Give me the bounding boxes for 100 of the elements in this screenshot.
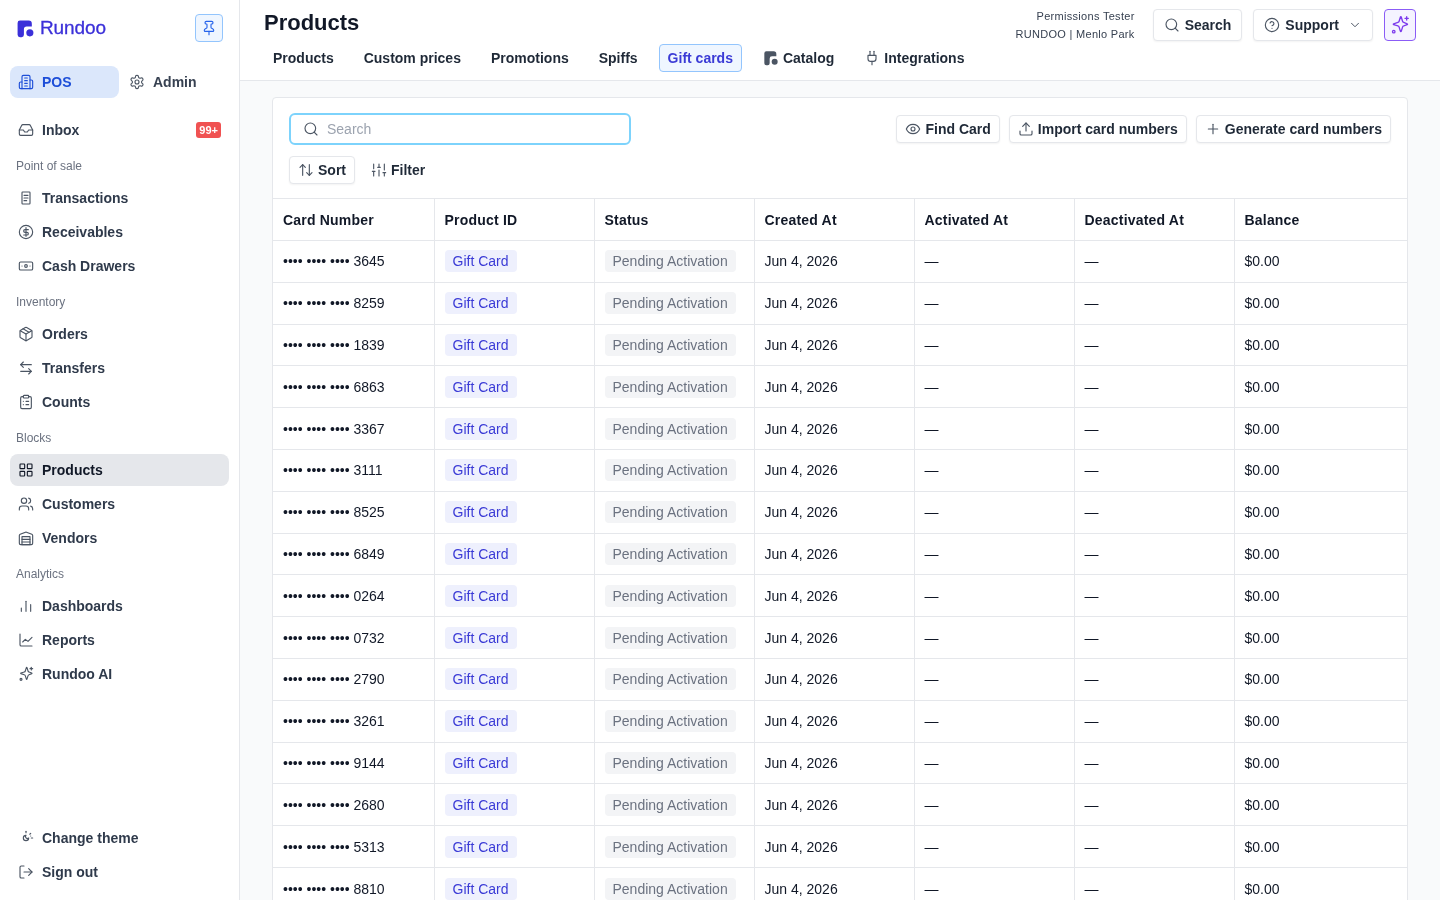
gear-icon (129, 74, 145, 90)
ai-button[interactable] (1384, 9, 1416, 41)
sparkles-icon (1390, 15, 1410, 35)
nav-item[interactable]: Cash Drawers (10, 250, 229, 282)
product-tag: Gift Card (444, 668, 517, 691)
status-tag: Pending Activation (604, 501, 736, 524)
tab[interactable]: Promotions (481, 44, 578, 72)
table-cell: — (1074, 240, 1234, 283)
user-name: Permissions Tester (1036, 9, 1135, 24)
nav-item[interactable]: Transfers (10, 352, 229, 384)
support-button[interactable]: Support (1253, 9, 1373, 41)
column-header[interactable]: Card Number (273, 198, 434, 241)
product-tag: Gift Card (444, 292, 517, 315)
action-button[interactable]: Generate card numbers (1195, 115, 1391, 143)
status-tag: Pending Activation (604, 250, 736, 273)
table-cell: Jun 4, 2026 (754, 407, 914, 450)
table-cell: $0.00 (1234, 407, 1407, 450)
column-header[interactable]: Deactivated At (1074, 198, 1234, 241)
pin-button[interactable] (195, 14, 223, 42)
table-cell: — (914, 491, 1074, 534)
product-tag: Gift Card (444, 250, 517, 273)
table-cell: •••• •••• •••• 3367 (273, 407, 434, 450)
table-cell: — (914, 407, 1074, 450)
building-icon (18, 74, 34, 90)
action-button[interactable]: Find Card (896, 115, 1000, 143)
product-tag: Gift Card (444, 417, 517, 440)
nav-item[interactable]: Transactions (10, 182, 229, 214)
column-header[interactable]: Created At (754, 198, 914, 241)
nav-item[interactable]: Sign out (10, 856, 229, 888)
nav-item[interactable]: Vendors (10, 522, 229, 554)
table-cell: •••• •••• •••• 8810 (273, 867, 434, 900)
nav-item[interactable]: Counts (10, 386, 229, 418)
sort-button[interactable]: Sort (289, 156, 355, 184)
nav-item[interactable]: Orders (10, 318, 229, 350)
table-cell: — (1074, 282, 1234, 325)
mode-tab[interactable]: POS (10, 66, 119, 98)
nav-item[interactable]: Products (10, 454, 229, 486)
filter-button[interactable]: Filter (369, 156, 428, 184)
table-cell: $0.00 (1234, 616, 1407, 659)
table-cell: Jun 4, 2026 (754, 365, 914, 408)
table-cell: $0.00 (1234, 658, 1407, 701)
nav-item[interactable]: Reports (10, 624, 229, 656)
page-title: Products (264, 10, 360, 36)
table-cell: Jun 4, 2026 (754, 825, 914, 868)
status-tag: Pending Activation (604, 334, 736, 356)
table-cell: $0.00 (1234, 282, 1407, 325)
status-tag: Pending Activation (604, 292, 736, 315)
table-cell: — (914, 533, 1074, 575)
action-button[interactable]: Import card numbers (1008, 115, 1187, 143)
help-icon (1264, 17, 1281, 33)
nav-item[interactable]: Customers (10, 488, 229, 520)
product-tag: Gift Card (444, 459, 517, 482)
search-button[interactable]: Search (1152, 9, 1243, 41)
nav-item[interactable]: Inbox 99+ (10, 114, 229, 146)
table-cell: Jun 4, 2026 (754, 533, 914, 575)
status-tag: Pending Activation (604, 710, 736, 733)
table-cell: — (914, 658, 1074, 701)
users-icon (18, 496, 34, 512)
nav-item[interactable]: Dashboards (10, 590, 229, 622)
nav-item[interactable]: Receivables (10, 216, 229, 248)
nav-item[interactable]: Rundoo AI (10, 658, 229, 690)
table-cell: $0.00 (1234, 825, 1407, 868)
product-tag: Gift Card (444, 375, 517, 398)
table-cell: — (1074, 658, 1234, 701)
table-cell: $0.00 (1234, 783, 1407, 826)
search-icon (303, 121, 319, 137)
column-header[interactable]: Balance (1234, 198, 1407, 241)
search-field[interactable]: Search (289, 113, 631, 145)
table-cell: Jun 4, 2026 (754, 574, 914, 617)
nav-item[interactable]: Change theme (10, 822, 229, 854)
table-cell: Jun 4, 2026 (754, 742, 914, 784)
table-cell: •••• •••• •••• 6849 (273, 533, 434, 575)
tab[interactable]: Products (264, 44, 343, 72)
table-cell: — (914, 867, 1074, 900)
table-cell: — (1074, 742, 1234, 784)
table-cell: Jun 4, 2026 (754, 282, 914, 325)
table-cell: — (914, 783, 1074, 826)
column-header[interactable]: Activated At (914, 198, 1074, 241)
sparkles-icon (18, 666, 34, 682)
status-tag: Pending Activation (604, 668, 736, 691)
status-tag: Pending Activation (604, 375, 736, 398)
count-badge: 99+ (196, 122, 221, 138)
table-cell: Jun 4, 2026 (754, 700, 914, 743)
column-header[interactable]: Product ID (434, 198, 594, 241)
status-tag: Pending Activation (604, 835, 736, 858)
status-tag: Pending Activation (604, 793, 736, 816)
status-tag: Pending Activation (604, 542, 736, 565)
tab[interactable]: Spiffs (589, 44, 647, 72)
mode-tab[interactable]: Admin (121, 66, 229, 98)
tab[interactable]: Catalog (753, 44, 844, 72)
column-header[interactable]: Status (594, 198, 754, 241)
table-cell: — (914, 449, 1074, 492)
product-tag: Gift Card (444, 793, 517, 816)
table-cell: •••• •••• •••• 8259 (273, 282, 434, 325)
sort-icon (298, 162, 314, 178)
tab[interactable]: Gift cards (658, 44, 742, 72)
tab[interactable]: Custom prices (354, 44, 470, 72)
product-tag: Gift Card (444, 626, 517, 649)
table-cell: Jun 4, 2026 (754, 658, 914, 701)
tab[interactable]: Integrations (855, 44, 974, 72)
